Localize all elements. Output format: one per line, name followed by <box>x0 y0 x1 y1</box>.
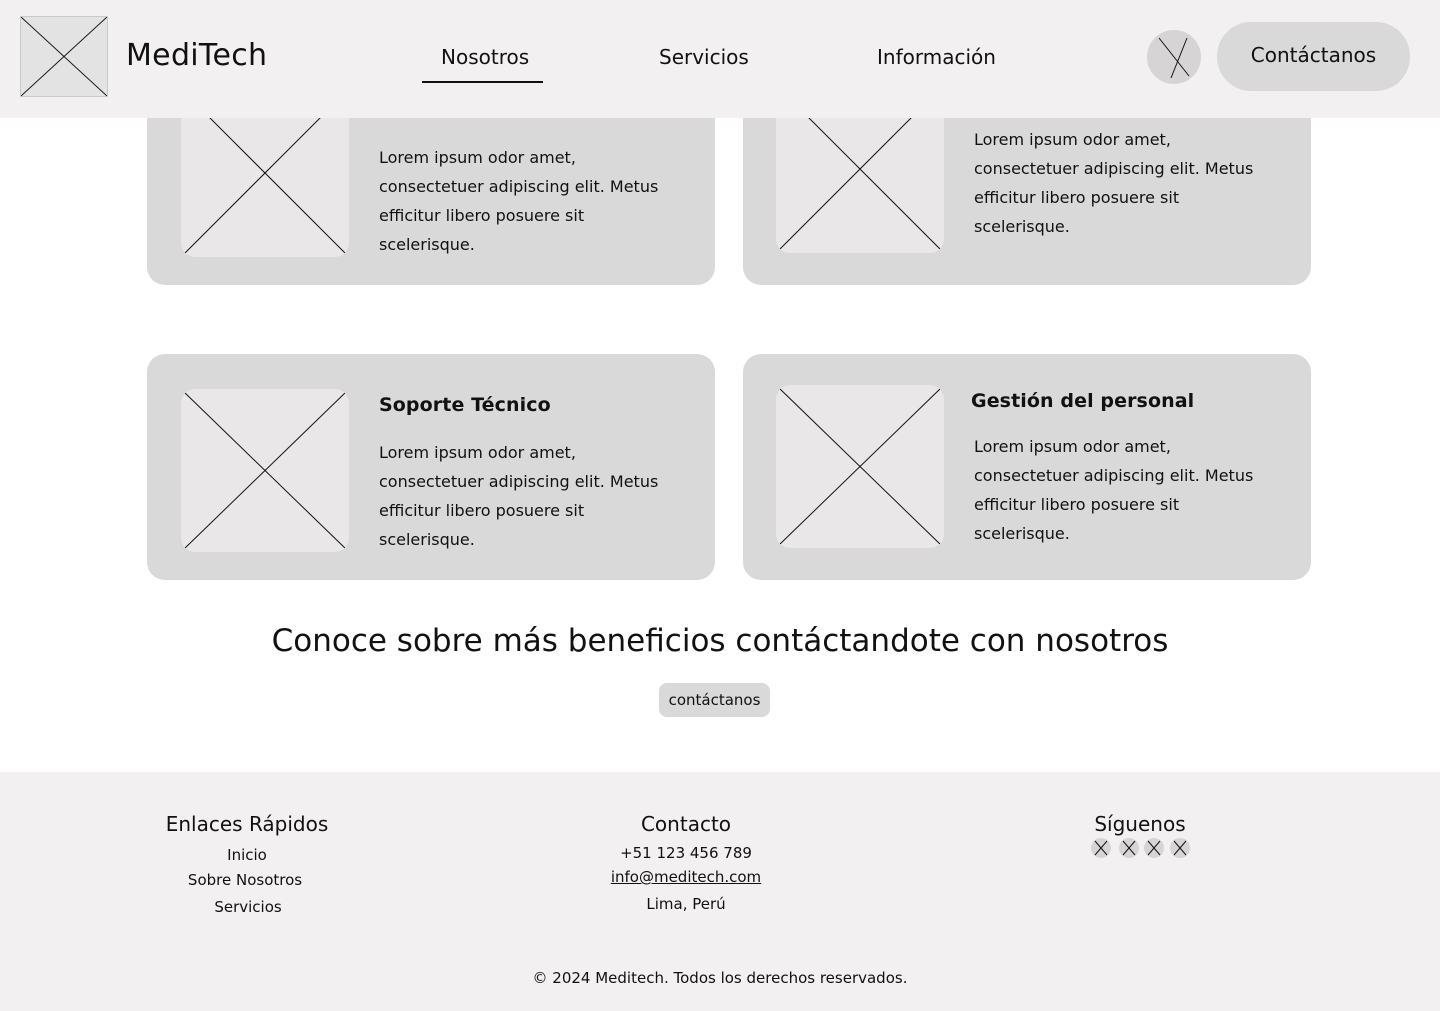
nav-link-servicios[interactable]: Servicios <box>659 45 749 69</box>
service-card: Gestión del personal Lorem ipsum odor am… <box>743 354 1311 580</box>
user-avatar[interactable] <box>1147 30 1201 84</box>
brand-name[interactable]: MediTech <box>126 38 267 73</box>
footer-link-inicio[interactable]: Inicio <box>147 846 347 864</box>
footer-link-servicios[interactable]: Servicios <box>148 898 348 916</box>
social-icon[interactable] <box>1119 838 1139 858</box>
footer-social-heading: Síguenos <box>1094 812 1186 836</box>
social-icon[interactable] <box>1091 838 1111 858</box>
active-nav-indicator <box>422 81 543 83</box>
card-title: Gestión del personal <box>971 390 1195 412</box>
footer-phone: +51 123 456 789 <box>620 844 752 862</box>
footer-email-link[interactable]: info@meditech.com <box>586 868 786 886</box>
social-icon[interactable] <box>1144 838 1164 858</box>
footer-links-heading: Enlaces Rápidos <box>165 812 329 836</box>
social-icon[interactable] <box>1170 838 1190 858</box>
footer-link-sobre-nosotros[interactable]: Sobre Nosotros <box>145 871 345 889</box>
card-description: Lorem ipsum odor amet, consectetuer adip… <box>974 130 1254 236</box>
promo-contact-button[interactable]: contáctanos <box>659 683 770 717</box>
logo-image[interactable] <box>20 16 108 97</box>
card-title: Soporte Técnico <box>379 394 551 416</box>
image-placeholder <box>181 389 349 552</box>
promo-heading: Conoce sobre más beneficios contáctandot… <box>271 623 1169 659</box>
service-card: Soporte Técnico Lorem ipsum odor amet, c… <box>147 354 715 580</box>
nav-link-informacion[interactable]: Información <box>877 45 996 69</box>
footer-location: Lima, Perú <box>646 895 726 913</box>
card-description: Lorem ipsum odor amet, consectetuer adip… <box>379 443 659 549</box>
copyright-text: © 2024 Meditech. Todos los derechos rese… <box>532 969 908 987</box>
footer-contact-heading: Contacto <box>640 812 732 836</box>
card-description: Lorem ipsum odor amet, consectetuer adip… <box>379 148 659 254</box>
contact-button[interactable]: Contáctanos <box>1217 22 1410 91</box>
card-description: Lorem ipsum odor amet, consectetuer adip… <box>974 437 1254 543</box>
nav-link-nosotros[interactable]: Nosotros <box>441 45 529 69</box>
site-header: MediTech Nosotros Servicios Información … <box>0 0 1440 118</box>
image-placeholder <box>776 385 944 548</box>
